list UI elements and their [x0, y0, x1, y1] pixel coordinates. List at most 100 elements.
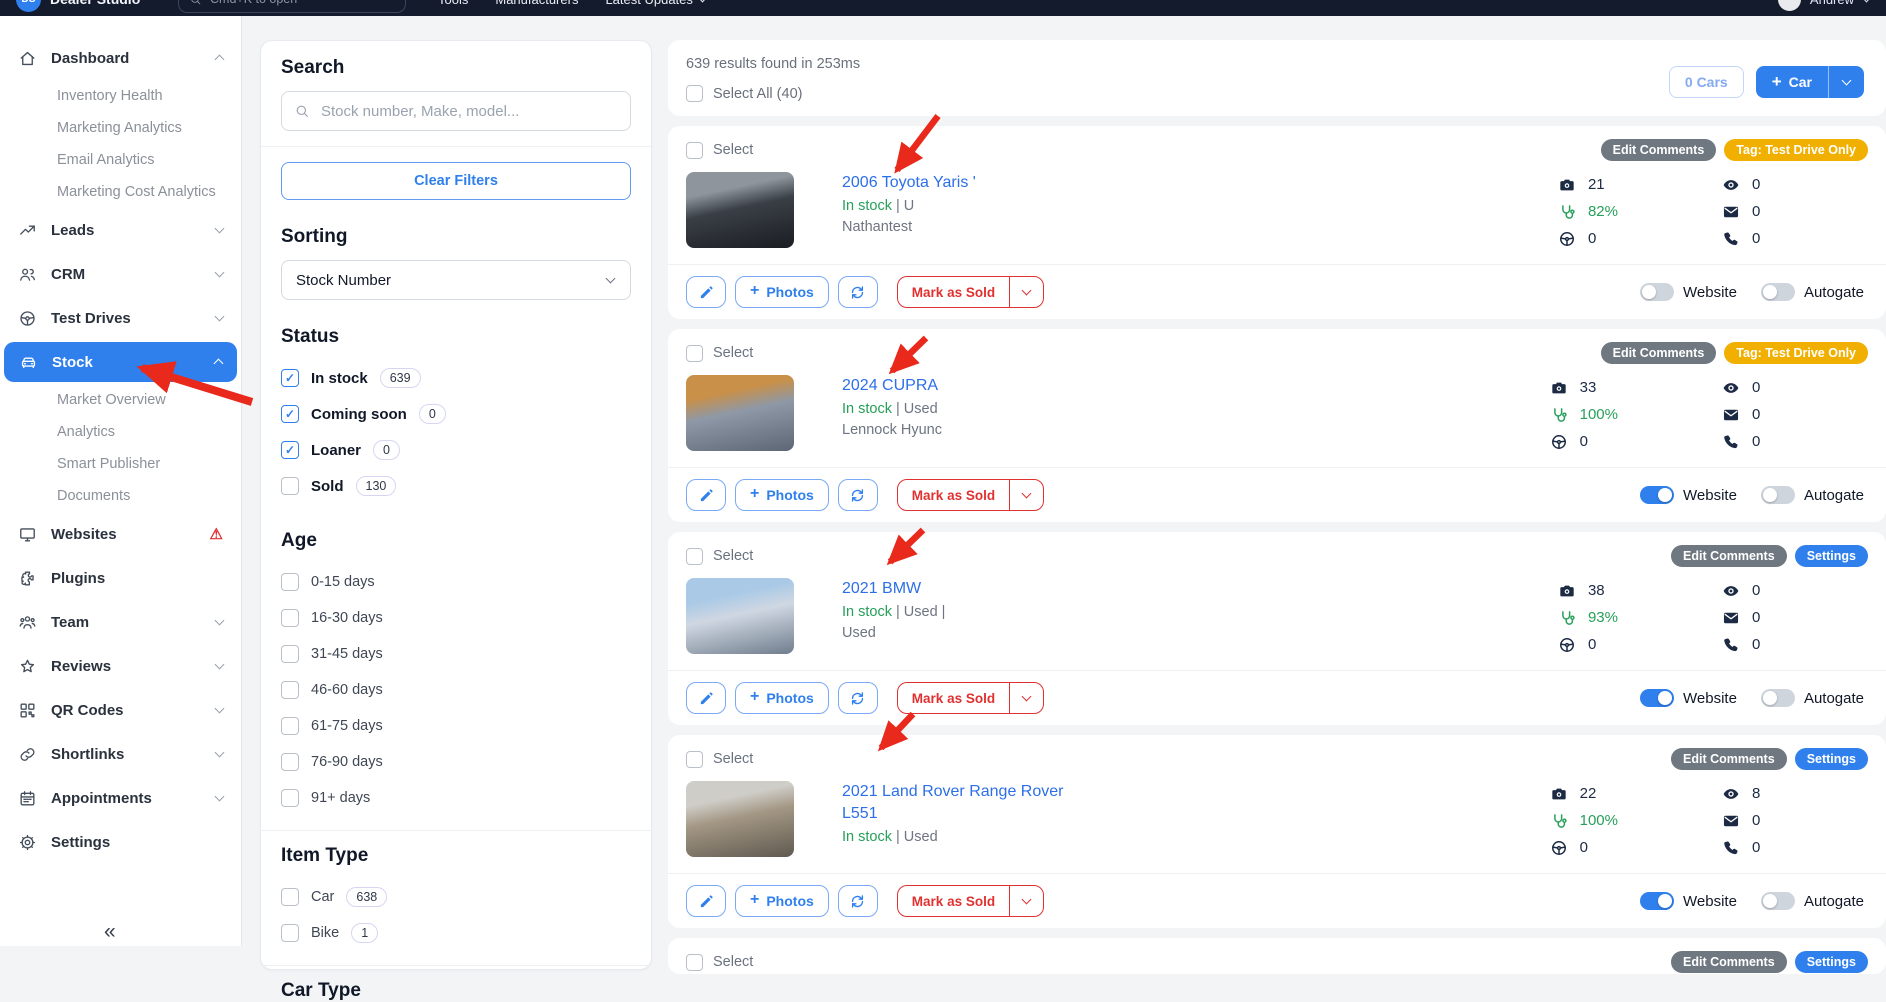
refresh-button[interactable]: [837, 276, 878, 308]
age-filter-option[interactable]: 0-15 days: [281, 564, 631, 600]
age-filter-option[interactable]: 76-90 days: [281, 744, 631, 780]
autogate-toggle[interactable]: [1760, 486, 1795, 504]
website-toggle[interactable]: [1640, 283, 1675, 301]
vehicle-title-link[interactable]: 2021 BMW: [842, 578, 1212, 600]
stock-search-input[interactable]: [319, 101, 618, 121]
vehicle-photo[interactable]: [686, 578, 794, 654]
checkbox[interactable]: [281, 789, 299, 807]
mark-as-sold-button[interactable]: Mark as Sold: [896, 682, 1045, 714]
vehicle-title-link[interactable]: 2024 CUPRA: [842, 375, 1212, 397]
badge[interactable]: Tag: Test Drive Only: [1724, 139, 1868, 161]
mark-as-sold-button[interactable]: Mark as Sold: [896, 885, 1045, 917]
clear-filters-button[interactable]: Clear Filters: [281, 162, 631, 200]
checkbox[interactable]: [281, 405, 299, 423]
add-photos-button[interactable]: + Photos: [735, 682, 829, 714]
age-filter-option[interactable]: 91+ days: [281, 780, 631, 816]
sidebar-item[interactable]: Stock ⚠: [4, 342, 237, 382]
edit-button[interactable]: [686, 885, 726, 917]
sidebar-subitem[interactable]: Email Analytics: [0, 144, 241, 176]
sidebar-subitem[interactable]: Marketing Cost Analytics: [0, 176, 241, 208]
sidebar-item[interactable]: Plugins ⚠: [0, 556, 241, 600]
sidebar-subitem[interactable]: Inventory Health: [0, 80, 241, 112]
add-car-dropdown[interactable]: [1828, 66, 1864, 98]
sidebar-item[interactable]: Test Drives ⚠: [0, 296, 241, 340]
age-filter-option[interactable]: 61-75 days: [281, 708, 631, 744]
mark-as-sold-dropdown[interactable]: [1009, 683, 1043, 713]
vehicle-photo[interactable]: [686, 172, 794, 248]
age-filter-option[interactable]: 16-30 days: [281, 600, 631, 636]
status-filter-option[interactable]: Coming soon 0: [281, 396, 631, 432]
age-filter-option[interactable]: 46-60 days: [281, 672, 631, 708]
sidebar-item[interactable]: Leads ⚠: [0, 208, 241, 252]
checkbox[interactable]: [281, 717, 299, 735]
sidebar-collapse-button[interactable]: «: [104, 920, 116, 944]
vehicle-photo[interactable]: [686, 781, 794, 857]
topbar-menu-item[interactable]: Latest Updates: [605, 0, 708, 7]
select-checkbox[interactable]: Select: [686, 547, 753, 565]
global-search-input[interactable]: Cmd+K to open: [178, 0, 406, 13]
website-toggle[interactable]: [1640, 486, 1675, 504]
checkbox[interactable]: [281, 369, 299, 387]
sidebar-item[interactable]: Reviews ⚠: [0, 644, 241, 688]
add-photos-button[interactable]: + Photos: [735, 276, 829, 308]
add-car-button[interactable]: + Car: [1755, 66, 1864, 98]
refresh-button[interactable]: [837, 682, 878, 714]
checkbox[interactable]: [281, 609, 299, 627]
refresh-button[interactable]: [837, 885, 878, 917]
badge[interactable]: Edit Comments: [1671, 951, 1787, 973]
checkbox[interactable]: [281, 573, 299, 591]
checkbox[interactable]: [281, 477, 299, 495]
sidebar-subitem[interactable]: Marketing Analytics: [0, 112, 241, 144]
checkbox[interactable]: [281, 753, 299, 771]
add-photos-button[interactable]: + Photos: [735, 885, 829, 917]
status-filter-option[interactable]: Sold 130: [281, 468, 631, 504]
cars-count-button[interactable]: 0 Cars: [1668, 66, 1744, 98]
add-photos-button[interactable]: + Photos: [735, 479, 829, 511]
vehicle-photo[interactable]: [686, 375, 794, 451]
mark-as-sold-button[interactable]: Mark as Sold: [896, 276, 1045, 308]
autogate-toggle[interactable]: [1760, 689, 1795, 707]
checkbox[interactable]: [281, 441, 299, 459]
badge[interactable]: Edit Comments: [1600, 342, 1717, 364]
sidebar-subitem[interactable]: Smart Publisher: [0, 448, 241, 480]
sidebar-item[interactable]: Websites ⚠: [0, 512, 241, 556]
edit-button[interactable]: [686, 479, 726, 511]
sidebar-item[interactable]: QR Codes ⚠: [0, 688, 241, 732]
vehicle-title-link[interactable]: 2006 Toyota Yaris ': [842, 172, 1212, 194]
select-checkbox[interactable]: Select: [686, 141, 753, 159]
badge[interactable]: Edit Comments: [1671, 748, 1787, 770]
mark-as-sold-dropdown[interactable]: [1009, 480, 1043, 510]
vehicle-title-link-line2[interactable]: L551: [842, 803, 1212, 825]
brand[interactable]: DS Dealer Studio: [16, 0, 164, 12]
badge[interactable]: Tag: Test Drive Only: [1724, 342, 1868, 364]
select-checkbox[interactable]: Select: [686, 750, 753, 768]
sidebar-item[interactable]: CRM ⚠: [0, 252, 241, 296]
website-toggle[interactable]: [1640, 689, 1675, 707]
checkbox[interactable]: [281, 924, 299, 942]
sidebar-subitem[interactable]: Market Overview: [0, 384, 241, 416]
badge[interactable]: Settings: [1794, 748, 1868, 770]
edit-button[interactable]: [686, 682, 726, 714]
user-menu[interactable]: Andrew: [1777, 0, 1872, 11]
refresh-button[interactable]: [837, 479, 878, 511]
topbar-menu-item[interactable]: Tools: [438, 0, 468, 7]
item-type-filter-option[interactable]: Car 638: [281, 879, 631, 915]
checkbox[interactable]: [281, 681, 299, 699]
topbar-menu-item[interactable]: Manufacturers: [495, 0, 578, 7]
sidebar-subitem[interactable]: Analytics: [0, 416, 241, 448]
status-filter-option[interactable]: Loaner 0: [281, 432, 631, 468]
status-filter-option[interactable]: In stock 639: [281, 360, 631, 396]
sidebar-item[interactable]: Shortlinks ⚠: [0, 732, 241, 776]
checkbox[interactable]: [281, 645, 299, 663]
mark-as-sold-dropdown[interactable]: [1009, 277, 1043, 307]
sidebar-item[interactable]: Team ⚠: [0, 600, 241, 644]
age-filter-option[interactable]: 31-45 days: [281, 636, 631, 672]
sidebar-subitem[interactable]: Documents: [0, 480, 241, 512]
checkbox[interactable]: [281, 888, 299, 906]
mark-as-sold-button[interactable]: Mark as Sold: [896, 479, 1045, 511]
badge[interactable]: Settings: [1794, 951, 1868, 973]
badge[interactable]: Edit Comments: [1600, 139, 1717, 161]
mark-as-sold-dropdown[interactable]: [1009, 886, 1043, 916]
website-toggle[interactable]: [1640, 892, 1675, 910]
select-checkbox[interactable]: Select: [686, 344, 753, 362]
